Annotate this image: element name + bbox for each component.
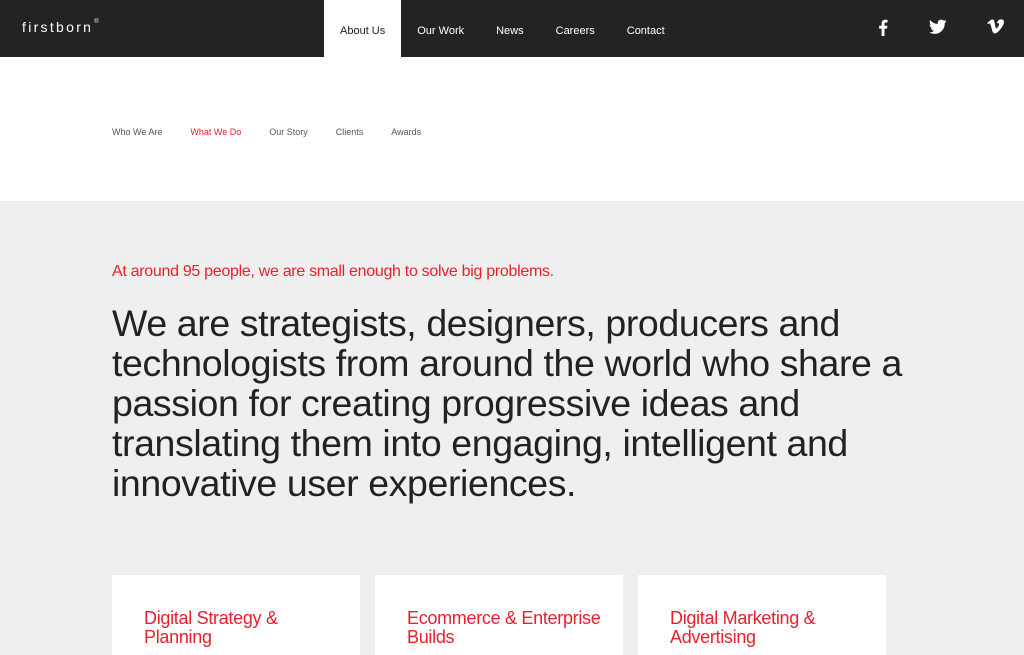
card-title: Digital Strategy & Planning	[144, 608, 278, 647]
page-headline: We are strategists, designers, producers…	[112, 302, 902, 504]
subnav-item-awards[interactable]: Awards	[391, 127, 421, 137]
subnav-item-what-we-do[interactable]: What We Do	[190, 127, 241, 137]
service-card-digital-strategy[interactable]: Digital Strategy & Planning	[112, 575, 360, 655]
sub-navigation: Who We Are What We Do Our Story Clients …	[112, 127, 449, 137]
tagline: At around 95 people, we are small enough…	[112, 263, 554, 280]
twitter-icon[interactable]	[929, 19, 947, 35]
vimeo-icon[interactable]	[987, 19, 1004, 34]
nav-item-our-work[interactable]: Our Work	[401, 0, 480, 57]
registered-mark: ®	[94, 19, 99, 25]
top-navigation-bar: firstborn® About Us Our Work News Career…	[0, 0, 1024, 57]
nav-item-about-us[interactable]: About Us	[324, 0, 402, 57]
subnav-item-clients[interactable]: Clients	[336, 127, 364, 137]
logo-text: firstborn	[22, 19, 94, 35]
facebook-icon[interactable]	[878, 19, 888, 37]
nav-item-careers[interactable]: Careers	[540, 0, 611, 57]
firstborn-logo[interactable]: firstborn®	[22, 19, 99, 35]
service-card-ecommerce[interactable]: Ecommerce & Enterprise Builds	[375, 575, 623, 655]
main-nav: About Us Our Work News Careers Contact	[324, 0, 681, 57]
card-title: Ecommerce & Enterprise Builds	[407, 608, 601, 647]
nav-item-news[interactable]: News	[480, 0, 540, 57]
subnav-item-our-story[interactable]: Our Story	[269, 127, 308, 137]
nav-item-contact[interactable]: Contact	[611, 0, 681, 57]
card-title: Digital Marketing & Advertising	[670, 608, 816, 647]
service-card-digital-marketing[interactable]: Digital Marketing & Advertising	[638, 575, 886, 655]
subnav-item-who-we-are[interactable]: Who We Are	[112, 127, 162, 137]
